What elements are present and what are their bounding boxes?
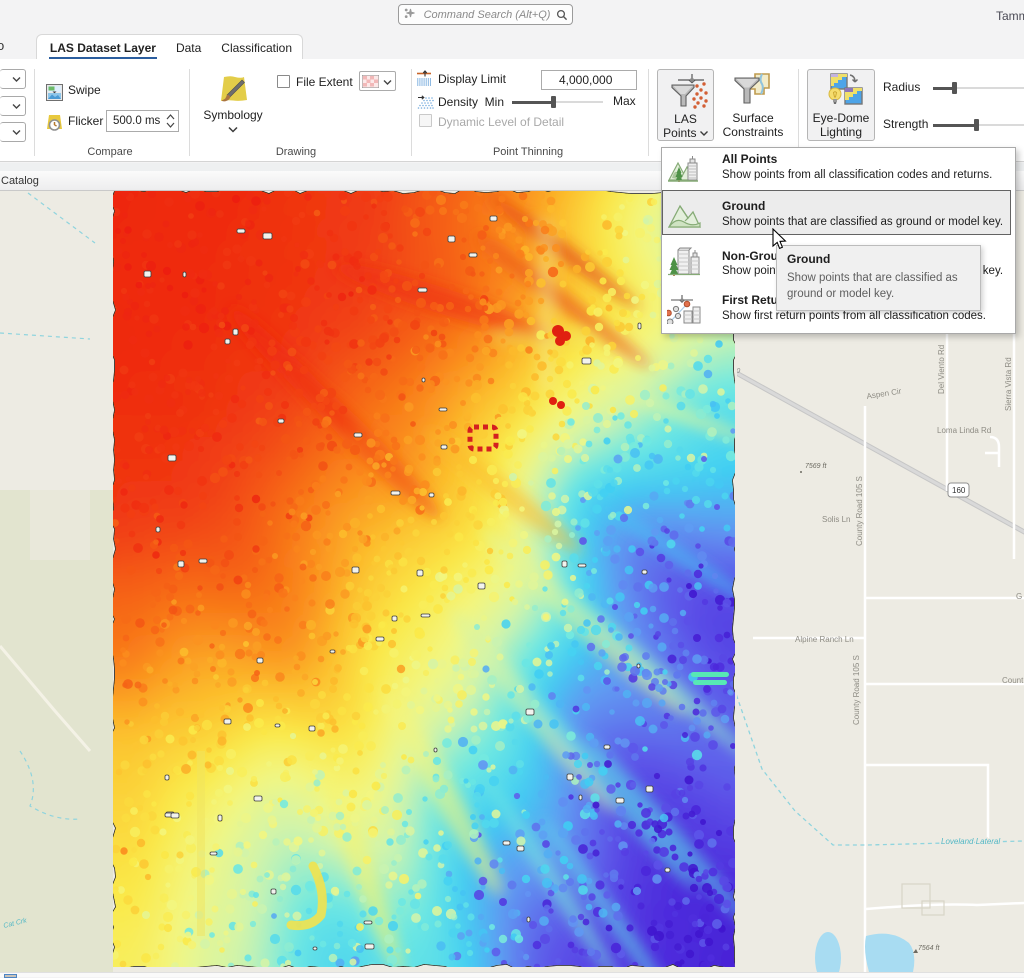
svg-text:160: 160 — [952, 486, 966, 495]
svg-text:Loveland Lateral: Loveland Lateral — [941, 837, 1000, 846]
svg-text:7564 ft: 7564 ft — [918, 945, 940, 952]
svg-text:7569 ft: 7569 ft — [805, 463, 827, 470]
svg-text:Count: Count — [1002, 676, 1024, 685]
svg-text:Del Viento Rd: Del Viento Rd — [937, 345, 946, 394]
svg-text:Alpine Ranch Ln: Alpine Ranch Ln — [795, 635, 854, 644]
svg-text:Solis Ln: Solis Ln — [822, 515, 850, 524]
svg-text:G: G — [1016, 592, 1022, 601]
svg-text:Sierra Vista Rd: Sierra Vista Rd — [1004, 357, 1013, 411]
svg-text:Cat Crk: Cat Crk — [3, 917, 28, 930]
svg-text:Loma Linda Rd: Loma Linda Rd — [937, 426, 991, 435]
svg-text:County Road 105 S: County Road 105 S — [855, 476, 864, 546]
svg-text:Aspen Cir: Aspen Cir — [866, 387, 902, 401]
svg-text:County Road 105 S: County Road 105 S — [852, 655, 861, 725]
